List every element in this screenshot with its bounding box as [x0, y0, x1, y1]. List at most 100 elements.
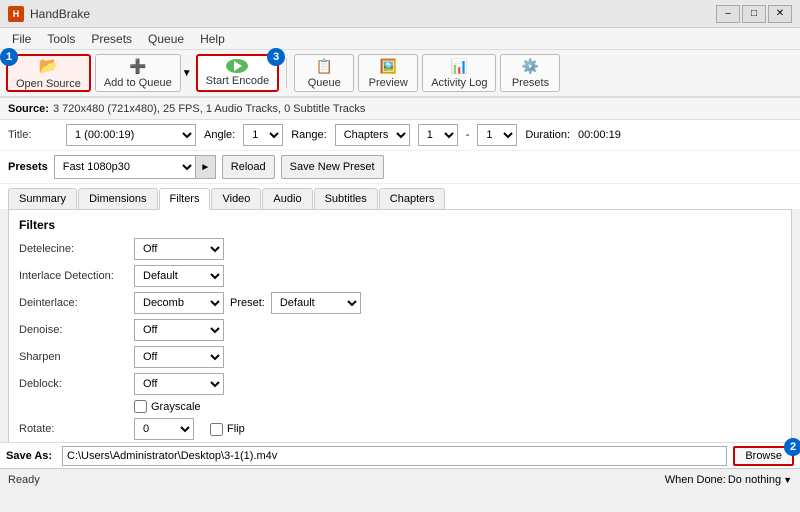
presets-icon: ⚙️ — [522, 58, 539, 75]
queue-icon: 📋 — [316, 58, 333, 75]
menu-help[interactable]: Help — [192, 30, 233, 48]
deblock-row: Deblock: Off — [19, 373, 781, 395]
when-done-arrow: ▼ — [783, 475, 792, 485]
denoise-select[interactable]: Off — [134, 319, 224, 341]
deblock-label: Deblock: — [19, 378, 134, 390]
menu-queue[interactable]: Queue — [140, 30, 192, 48]
badge-2: 2 — [784, 438, 800, 456]
reload-button[interactable]: Reload — [222, 155, 275, 179]
window-title: HandBrake — [30, 7, 90, 21]
open-source-button[interactable]: 📂 Open Source — [6, 54, 91, 92]
save-as-input[interactable] — [62, 446, 727, 466]
status-bar: Ready When Done: Do nothing ▼ — [0, 468, 800, 490]
title-row: Title: 1 (00:00:19) Angle: 1 Range: Chap… — [0, 120, 800, 151]
play-icon — [226, 59, 248, 73]
filters-section-title: Filters — [19, 218, 781, 232]
start-encode-wrapper: Start Encode 3 — [196, 54, 280, 92]
sharpen-label: Sharpen — [19, 351, 134, 363]
preview-button[interactable]: 🖼️ Preview — [358, 54, 418, 92]
add-to-queue-button[interactable]: ➕ Add to Queue — [95, 54, 181, 92]
queue-button[interactable]: 📋 Queue — [294, 54, 354, 92]
duration-label: Duration: — [525, 129, 570, 141]
grayscale-label[interactable]: Grayscale — [134, 400, 201, 413]
toolbar-separator-1 — [286, 58, 287, 88]
tab-chapters[interactable]: Chapters — [379, 188, 446, 209]
tab-subtitles[interactable]: Subtitles — [314, 188, 378, 209]
maximize-button[interactable]: □ — [742, 5, 766, 23]
status-text: Ready — [8, 474, 40, 486]
minimize-button[interactable]: – — [716, 5, 740, 23]
open-source-wrapper: 📂 Open Source 1 — [6, 54, 91, 92]
tabs: Summary Dimensions Filters Video Audio S… — [0, 184, 800, 209]
presets-row-label: Presets — [8, 161, 48, 173]
tab-audio[interactable]: Audio — [262, 188, 312, 209]
presets-button[interactable]: ⚙️ Presets — [500, 54, 560, 92]
range-to-select[interactable]: 1 — [477, 124, 517, 146]
title-select[interactable]: 1 (00:00:19) — [66, 124, 196, 146]
badge-3: 3 — [267, 48, 285, 66]
angle-select[interactable]: 1 — [243, 124, 283, 146]
detelecine-label: Detelecine: — [19, 243, 134, 255]
add-queue-icon: ➕ — [129, 58, 146, 75]
interlace-detection-label: Interlace Detection: — [19, 270, 134, 282]
source-text: 3 720x480 (721x480), 25 FPS, 1 Audio Tra… — [53, 103, 365, 115]
app-icon: H — [8, 6, 24, 22]
when-done-label: When Done: — [665, 474, 726, 486]
presets-select[interactable]: Fast 1080p30 — [55, 156, 195, 178]
browse-wrapper: Browse 2 — [733, 446, 794, 466]
duration-value: 00:00:19 — [578, 129, 621, 141]
denoise-row: Denoise: Off — [19, 319, 781, 341]
tab-filters[interactable]: Filters — [159, 188, 211, 210]
interlace-detection-select[interactable]: Default — [134, 265, 224, 287]
presets-select-container: Fast 1080p30 ► — [54, 155, 216, 179]
denoise-label: Denoise: — [19, 324, 134, 336]
range-label: Range: — [291, 129, 326, 141]
detelecine-row: Detelecine: Off — [19, 238, 781, 260]
deblock-select[interactable]: Off — [134, 373, 224, 395]
deinterlace-row: Deinterlace: Decomb Preset: Default — [19, 292, 781, 314]
menu-bar: File Tools Presets Queue Help — [0, 28, 800, 50]
badge-1: 1 — [0, 48, 18, 66]
detelecine-select[interactable]: Off — [134, 238, 224, 260]
menu-presets[interactable]: Presets — [83, 30, 140, 48]
sharpen-select[interactable]: Off — [134, 346, 224, 368]
save-new-preset-button[interactable]: Save New Preset — [281, 155, 384, 179]
range-select[interactable]: Chapters — [335, 124, 410, 146]
tab-summary[interactable]: Summary — [8, 188, 77, 209]
menu-tools[interactable]: Tools — [39, 30, 83, 48]
save-as-label: Save As: — [6, 450, 56, 462]
rotate-label: Rotate: — [19, 423, 134, 435]
activity-log-icon: 📊 — [451, 58, 468, 75]
save-as-bar: Save As: Browse 2 — [0, 442, 800, 468]
title-label: Title: — [8, 129, 58, 141]
deinterlace-preset-label: Preset: — [230, 297, 265, 309]
sharpen-row: Sharpen Off — [19, 346, 781, 368]
grayscale-checkbox[interactable] — [134, 400, 147, 413]
deinterlace-preset-select[interactable]: Default — [271, 292, 361, 314]
add-queue-dropdown[interactable]: ▼ — [182, 68, 192, 79]
main-area: 📂 Open Source 1 ➕ Add to Queue ▼ Start E… — [0, 50, 800, 490]
grayscale-row: Grayscale — [19, 400, 781, 413]
folder-open-icon: 📂 — [38, 56, 58, 76]
flip-checkbox[interactable] — [210, 423, 223, 436]
deinterlace-select[interactable]: Decomb — [134, 292, 224, 314]
interlace-detection-row: Interlace Detection: Default — [19, 265, 781, 287]
toolbar: 📂 Open Source 1 ➕ Add to Queue ▼ Start E… — [0, 50, 800, 98]
deinterlace-label: Deinterlace: — [19, 297, 134, 309]
source-bar: Source: 3 720x480 (721x480), 25 FPS, 1 A… — [0, 98, 800, 120]
window-controls: – □ ✕ — [716, 5, 792, 23]
title-bar: H HandBrake – □ ✕ — [0, 0, 800, 28]
rotate-select[interactable]: 0 — [134, 418, 194, 440]
add-to-queue-wrapper: ➕ Add to Queue ▼ — [95, 54, 192, 92]
close-button[interactable]: ✕ — [768, 5, 792, 23]
presets-arrow[interactable]: ► — [195, 156, 215, 178]
flip-label[interactable]: Flip — [210, 423, 245, 436]
range-to-label: - — [466, 129, 470, 141]
menu-file[interactable]: File — [4, 30, 39, 48]
presets-row: Presets Fast 1080p30 ► Reload Save New P… — [0, 151, 800, 184]
activity-log-button[interactable]: 📊 Activity Log — [422, 54, 496, 92]
tab-video[interactable]: Video — [211, 188, 261, 209]
range-from-select[interactable]: 1 — [418, 124, 458, 146]
tab-dimensions[interactable]: Dimensions — [78, 188, 157, 209]
when-done[interactable]: When Done: Do nothing ▼ — [665, 474, 792, 486]
